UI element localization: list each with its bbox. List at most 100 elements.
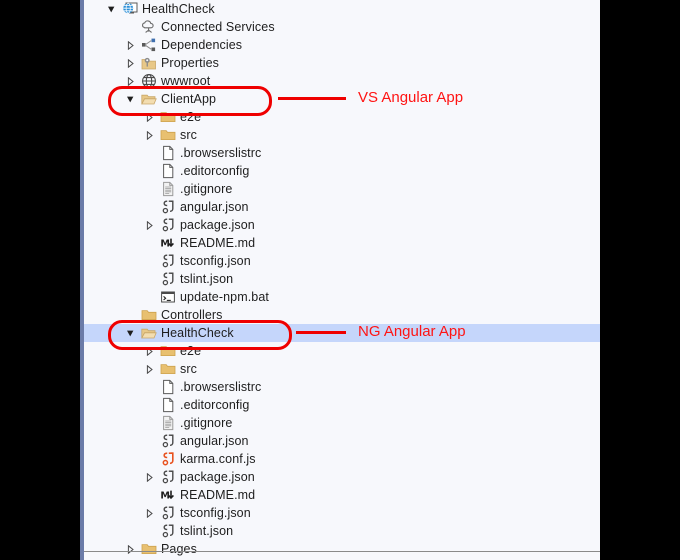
tree-row-label: tsconfig.json bbox=[180, 254, 251, 268]
tree-row-label: src bbox=[180, 362, 197, 376]
tree-row-label: update-npm.bat bbox=[180, 290, 269, 304]
chevron-right-icon[interactable] bbox=[144, 360, 155, 378]
json-icon bbox=[160, 504, 176, 522]
json-icon bbox=[160, 522, 176, 540]
open-folder-icon bbox=[141, 90, 157, 108]
tree-row-label: angular.json bbox=[180, 434, 249, 448]
tree-row-label: ClientApp bbox=[161, 92, 217, 106]
tree-row-label: Dependencies bbox=[161, 38, 243, 52]
tree-row[interactable]: .editorconfig bbox=[84, 396, 600, 414]
tree-row-label: wwwroot bbox=[161, 74, 211, 88]
tree-row-label: angular.json bbox=[180, 200, 249, 214]
tree-row-label: README.md bbox=[180, 236, 256, 250]
folder-icon bbox=[160, 126, 176, 144]
tree-row-label: tslint.json bbox=[180, 272, 234, 286]
console-icon bbox=[160, 288, 176, 306]
tree-row[interactable]: HealthCheck bbox=[84, 0, 600, 18]
globe-icon bbox=[141, 72, 157, 90]
tree-row[interactable]: package.json bbox=[84, 468, 600, 486]
tree-row[interactable]: package.json bbox=[84, 216, 600, 234]
json-icon bbox=[160, 270, 176, 288]
tree-row[interactable]: e2e bbox=[84, 342, 600, 360]
vs-angular-app-label: VS Angular App bbox=[358, 89, 464, 106]
tree-row-label: src bbox=[180, 128, 197, 142]
folder-icon bbox=[160, 360, 176, 378]
folder-icon bbox=[160, 108, 176, 126]
tree-row[interactable]: .browserslistrc bbox=[84, 378, 600, 396]
tree-row[interactable]: .browserslistrc bbox=[84, 144, 600, 162]
screenshot-root: HealthCheck Connected Services Dependencie… bbox=[0, 0, 680, 560]
tree-row-label: HealthCheck bbox=[161, 326, 234, 340]
tree-row-label: .editorconfig bbox=[180, 398, 250, 412]
chevron-right-icon[interactable] bbox=[144, 108, 155, 126]
file-icon bbox=[160, 396, 176, 414]
chevron-right-icon[interactable] bbox=[144, 342, 155, 360]
json-icon bbox=[160, 216, 176, 234]
tree-row-label: .gitignore bbox=[180, 182, 233, 196]
chevron-right-icon[interactable] bbox=[144, 468, 155, 486]
tree-row[interactable]: angular.json bbox=[84, 432, 600, 450]
tree-row[interactable]: tslint.json bbox=[84, 270, 600, 288]
tree-row-label: Connected Services bbox=[161, 20, 275, 34]
tree-row-label: README.md bbox=[180, 488, 256, 502]
text-file-icon bbox=[160, 180, 176, 198]
tree-row[interactable]: Controllers bbox=[84, 306, 600, 324]
tree-row-label: karma.conf.js bbox=[180, 452, 256, 466]
text-file-icon bbox=[160, 414, 176, 432]
chevron-down-icon[interactable] bbox=[125, 90, 136, 108]
chevron-down-icon[interactable] bbox=[125, 324, 136, 342]
chevron-right-icon[interactable] bbox=[144, 216, 155, 234]
tree-row[interactable]: Connected Services bbox=[84, 18, 600, 36]
tree-row[interactable]: tsconfig.json bbox=[84, 504, 600, 522]
tree-row[interactable]: tslint.json bbox=[84, 522, 600, 540]
tree-row[interactable]: src bbox=[84, 126, 600, 144]
tree-row[interactable]: M README.md bbox=[84, 234, 600, 252]
tree-row[interactable]: .gitignore bbox=[84, 180, 600, 198]
json-icon bbox=[160, 198, 176, 216]
tree-row[interactable]: Properties bbox=[84, 54, 600, 72]
chevron-down-icon[interactable] bbox=[106, 0, 117, 18]
tree-row[interactable]: update-npm.bat bbox=[84, 288, 600, 306]
tree-row[interactable]: src bbox=[84, 360, 600, 378]
chevron-right-icon[interactable] bbox=[125, 72, 136, 90]
file-icon bbox=[160, 162, 176, 180]
tree-row[interactable]: angular.json bbox=[84, 198, 600, 216]
ng-angular-app-label: NG Angular App bbox=[358, 323, 466, 340]
folder-icon bbox=[141, 306, 157, 324]
solution-explorer-panel[interactable]: HealthCheck Connected Services Dependencie… bbox=[84, 0, 600, 560]
tree-row-label: .gitignore bbox=[180, 416, 233, 430]
markdown-icon: M bbox=[160, 234, 176, 252]
open-folder-icon bbox=[141, 324, 157, 342]
chevron-right-icon[interactable] bbox=[125, 54, 136, 72]
tree-row-label: .browserslistrc bbox=[180, 146, 262, 160]
chevron-right-icon[interactable] bbox=[144, 126, 155, 144]
markdown-icon: M bbox=[160, 486, 176, 504]
chevron-right-icon[interactable] bbox=[144, 504, 155, 522]
tree-row[interactable]: M README.md bbox=[84, 486, 600, 504]
properties-folder-icon bbox=[141, 54, 157, 72]
tree-row-label: package.json bbox=[180, 470, 255, 484]
tree-row[interactable]: tsconfig.json bbox=[84, 252, 600, 270]
folder-icon bbox=[141, 540, 157, 558]
tree-row[interactable]: karma.conf.js bbox=[84, 450, 600, 468]
tree-row-label: Properties bbox=[161, 56, 219, 70]
tree-row[interactable]: wwwroot bbox=[84, 72, 600, 90]
chevron-right-icon[interactable] bbox=[125, 540, 136, 558]
chevron-right-icon[interactable] bbox=[125, 36, 136, 54]
web-project-icon bbox=[122, 0, 138, 18]
tree-row[interactable]: Pages bbox=[84, 540, 600, 558]
file-icon bbox=[160, 144, 176, 162]
tree-row-label: e2e bbox=[180, 110, 202, 124]
tree-row[interactable]: .gitignore bbox=[84, 414, 600, 432]
panel-bottom-divider bbox=[84, 551, 600, 552]
tree-row-label: Pages bbox=[161, 542, 197, 556]
vs-angular-app-leader-line bbox=[278, 97, 346, 100]
json-icon bbox=[160, 252, 176, 270]
tree-row[interactable]: e2e bbox=[84, 108, 600, 126]
tree-row[interactable]: Dependencies bbox=[84, 36, 600, 54]
connected-services-icon bbox=[141, 18, 157, 36]
tree-row-label: e2e bbox=[180, 344, 202, 358]
tree-row-label: .editorconfig bbox=[180, 164, 250, 178]
tree-row-label: tslint.json bbox=[180, 524, 234, 538]
tree-row[interactable]: .editorconfig bbox=[84, 162, 600, 180]
